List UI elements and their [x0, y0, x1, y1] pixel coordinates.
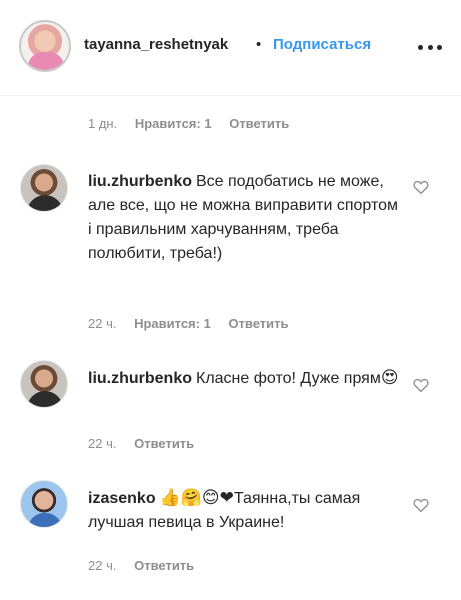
- comment-username[interactable]: liu.zhurbenko: [88, 173, 192, 190]
- follow-button[interactable]: Подписаться: [273, 36, 371, 53]
- comment-meta: 22 ч. Нравится: 1 Ответить: [88, 316, 289, 331]
- like-heart-icon[interactable]: [412, 496, 430, 514]
- comment-body: izasenko 👍🤗😊❤Таянна,ты самая лучшая певиц…: [88, 486, 400, 535]
- comment-body: liu.zhurbenko Класне фото! Дуже прям😍: [88, 366, 400, 391]
- comment-likes[interactable]: Нравится: 1: [135, 116, 212, 131]
- comment-time: 22 ч.: [88, 436, 117, 451]
- commenter-avatar[interactable]: [20, 360, 68, 408]
- header-separator: •: [256, 36, 262, 53]
- dot: [418, 45, 423, 50]
- comment-body: liu.zhurbenko Все подобатись не може, але…: [88, 170, 400, 266]
- comment-meta: 22 ч. Ответить: [88, 436, 194, 451]
- comment-time: 22 ч.: [88, 558, 117, 573]
- comment-text: Класне фото! Дуже прям: [196, 370, 381, 387]
- commenter-avatar[interactable]: [20, 164, 68, 212]
- like-heart-icon[interactable]: [412, 376, 430, 394]
- comment-username[interactable]: izasenko: [88, 490, 156, 507]
- comment-time: 1 дн.: [88, 116, 118, 131]
- comment-meta: 22 ч. Ответить: [88, 558, 194, 573]
- dot: [427, 45, 433, 50]
- more-options-icon[interactable]: [418, 45, 442, 51]
- reply-button[interactable]: Ответить: [229, 116, 289, 131]
- reply-button[interactable]: Ответить: [134, 436, 194, 451]
- emoji-group: 👍🤗😊❤: [159, 488, 234, 508]
- reply-button[interactable]: Ответить: [228, 316, 288, 331]
- comment-username[interactable]: liu.zhurbenko: [88, 370, 192, 387]
- emoji-heart-eyes: 😍: [380, 368, 399, 388]
- comment-meta: 1 дн. Нравится: 1 Ответить: [88, 116, 289, 131]
- dot: [437, 45, 442, 50]
- commenter-avatar[interactable]: [20, 480, 68, 528]
- comment-time: 22 ч.: [88, 316, 117, 331]
- author-username[interactable]: tayanna_reshetnyak: [84, 36, 254, 53]
- comment-likes[interactable]: Нравится: 1: [134, 316, 211, 331]
- like-heart-icon[interactable]: [412, 178, 430, 196]
- post-header: tayanna_reshetnyak • Подписаться: [0, 0, 461, 96]
- reply-button[interactable]: Ответить: [134, 558, 194, 573]
- author-avatar[interactable]: [19, 20, 71, 72]
